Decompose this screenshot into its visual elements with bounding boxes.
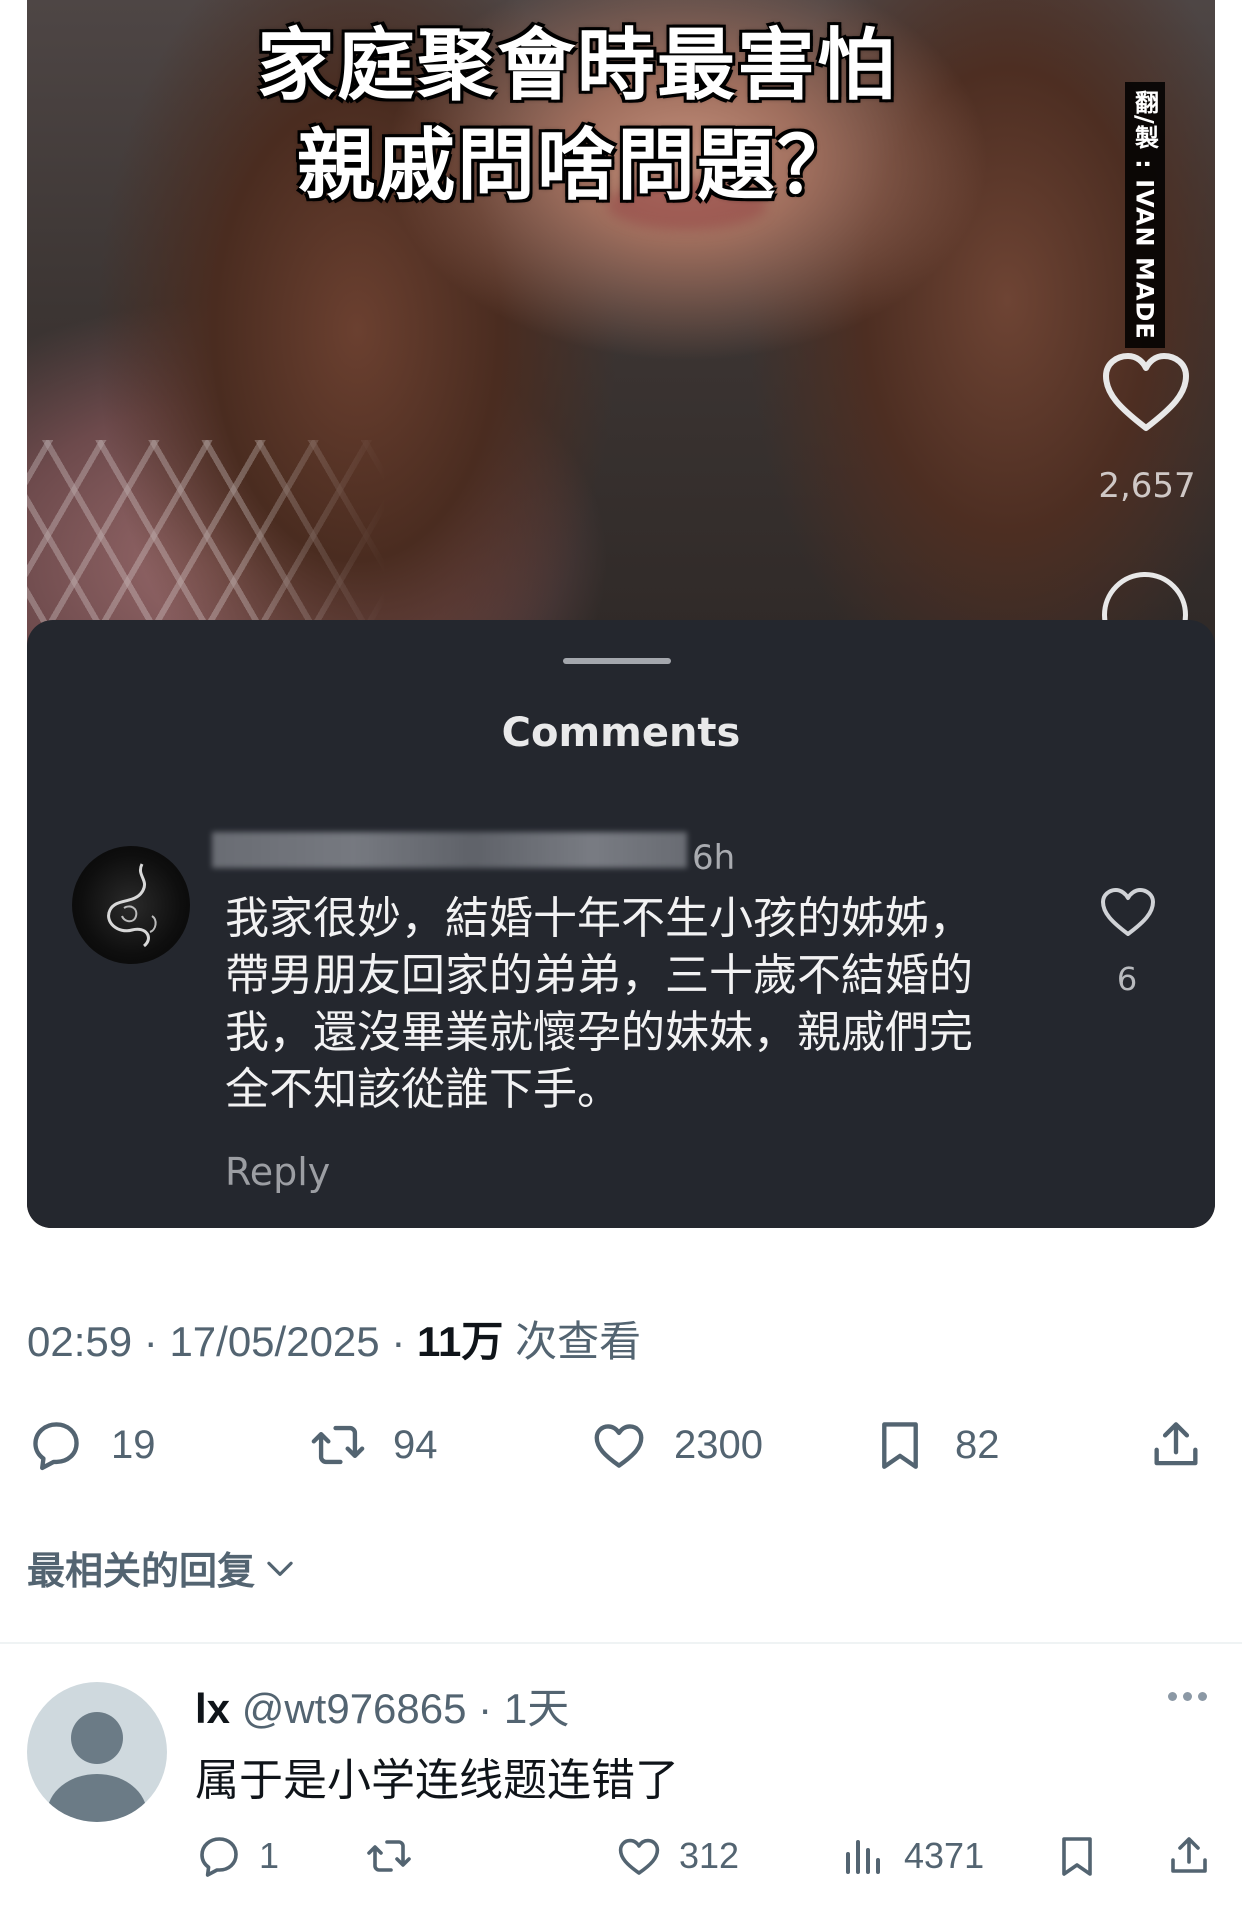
commenter-avatar [72,846,190,964]
reply-sort-dropdown[interactable]: 最相关的回复 [27,1540,299,1595]
reply-icon [33,1422,79,1471]
bookmark-icon [1062,1837,1092,1876]
reply-button[interactable]: 19 [27,1410,156,1480]
comment-line: 帶男朋友回家的弟弟，三十歲不結婚的 [225,950,973,1001]
retweet-button[interactable]: 94 [309,1410,438,1480]
reply-icon [200,1837,238,1877]
reply-header: lx @wt976865 · 1天 [195,1675,569,1736]
retweet-icon [311,1425,365,1465]
avatar-head [71,1712,123,1764]
heart-icon [594,1424,644,1468]
avatar[interactable] [27,1682,167,1822]
retweet-icon [367,1840,411,1872]
share-icon [1171,1837,1207,1873]
reply-reply-button[interactable]: 1 [195,1828,279,1884]
reply-views-button[interactable]: 4371 [840,1828,984,1884]
credit-label: 翻/製 : IVAN MADE [1125,82,1165,348]
tweet-meta: 02:59 · 17/05/2025 · 11万 次查看 [27,1308,641,1369]
headline-line-1: 家庭聚會時最害怕 [256,21,897,111]
reply-like-button[interactable]: 312 [615,1828,739,1884]
like-count: 2300 [674,1422,763,1467]
tweet-time[interactable]: 02:59 [27,1318,132,1365]
like-button[interactable]: 2300 [590,1410,763,1480]
video-headline: 家庭聚會時最害怕 親戚問啥問題？ [27,16,1127,216]
section-divider [0,1642,1242,1644]
heart-icon [1103,353,1189,431]
meta-separator: · [478,1685,493,1732]
views-count: 11万 [416,1318,504,1365]
bookmark-icon [882,1422,918,1469]
tweet-action-bar: 19 94 2300 82 [27,1410,1215,1480]
comment-line: 全不知該從誰下手。 [225,1064,621,1115]
heart-icon [618,1838,660,1875]
reply-view-count: 4371 [904,1835,985,1876]
comment-line: 我，還沒畢業就懷孕的妹妹，親戚們完 [225,1007,973,1058]
embedded-media[interactable]: 家庭聚會時最害怕 親戚問啥問題？ 翻/製 : IVAN MADE 2,657 C… [27,0,1215,1228]
chevron-down-icon [267,1561,293,1576]
retweet-count: 94 [393,1422,438,1467]
comment-reply-label: Reply [225,1150,331,1194]
sort-label: 最相关的回复 [27,1549,256,1593]
reply-author-handle[interactable]: @wt976865 [242,1685,467,1732]
meta-separator: · [391,1318,417,1365]
reply-text: 属于是小学连线题连错了 [195,1755,679,1806]
reply-action-bar: 1 312 4371 [195,1828,1215,1884]
comment-time: 6h [692,838,736,878]
comment-text: 我家很妙，結婚十年不生小孩的姊姊， 帶男朋友回家的弟弟，三十歲不結婚的 我，還沒… [225,890,1065,1118]
blurred-username [212,832,687,868]
more-options-icon[interactable] [1168,1686,1213,1705]
comment-heart-icon [1101,888,1155,936]
comment-like-count: 6 [1116,960,1138,998]
drag-handle [563,658,671,664]
headline-line-2: 親戚問啥問題？ [296,121,857,211]
video-like-count: 2,657 [1098,466,1196,506]
avatar-body [47,1774,147,1822]
share-icon [1154,1422,1198,1466]
comments-title: Comments [501,710,741,756]
reply-reply-count: 1 [259,1835,280,1876]
reply-author-name[interactable]: lx [195,1685,230,1732]
share-button[interactable] [1147,1410,1205,1480]
reply-count: 19 [111,1422,156,1467]
bookmark-button[interactable]: 82 [871,1410,1000,1480]
reply-bookmark-button[interactable] [1053,1828,1117,1884]
reply-like-count: 312 [679,1835,740,1876]
reply-age[interactable]: 1天 [504,1685,569,1732]
reply-share-button[interactable] [1165,1828,1213,1884]
reply-retweet-button[interactable] [365,1828,429,1884]
bookmark-count: 82 [955,1422,1000,1467]
comments-sheet: Comments 6h 我家很妙，結婚十年不生小孩的姊姊， 帶男朋友回家的弟弟，… [27,620,1215,1228]
meta-separator: · [143,1318,170,1365]
tweet-date[interactable]: 17/05/2025 [169,1318,379,1365]
comment-line: 我家很妙，結婚十年不生小孩的姊姊， [225,893,973,944]
video-frame: 家庭聚會時最害怕 親戚問啥問題？ 翻/製 : IVAN MADE 2,657 [27,0,1215,690]
views-label: 次查看 [515,1318,642,1365]
views-chart-icon [846,1840,880,1874]
